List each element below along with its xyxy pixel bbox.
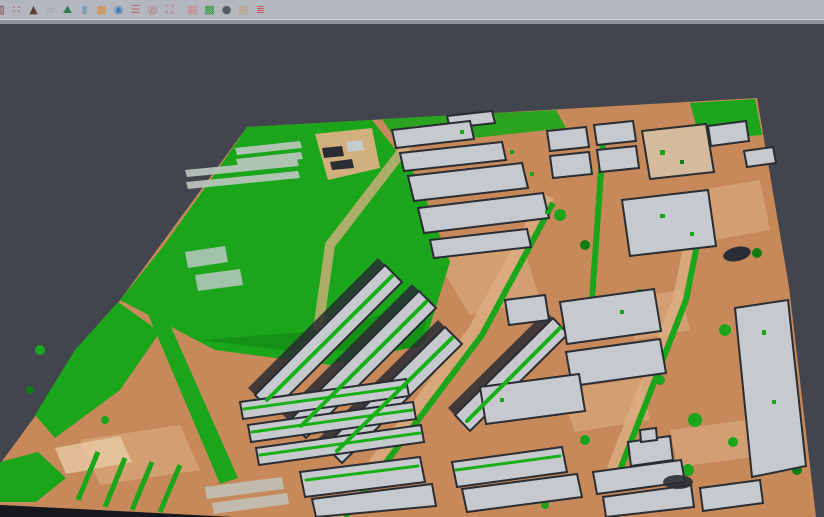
3d-viewport[interactable] [0, 24, 824, 517]
classification-map-icon[interactable]: ▩ [203, 3, 216, 16]
terrain-icon[interactable]: ▲ [27, 3, 40, 16]
circle-select-icon[interactable]: ◎ [146, 3, 159, 16]
surface-icon[interactable]: ▱ [44, 3, 57, 16]
layer-stack-icon[interactable]: ≣ [254, 3, 267, 16]
extent-brackets-icon[interactable]: ⛶ [163, 3, 176, 16]
ortho-image-icon[interactable]: ■ [95, 3, 108, 16]
tile-index-icon[interactable]: ▤ [237, 3, 250, 16]
clipped-left-icon[interactable]: ▥ [0, 3, 6, 16]
globe-icon[interactable]: ◉ [112, 3, 125, 16]
panel-icon[interactable]: ▮ [78, 3, 91, 16]
point-cloud-icon[interactable]: ∷ [10, 3, 23, 16]
sphere-icon[interactable]: ● [220, 3, 233, 16]
grid-overlay-icon[interactable]: ▦ [186, 3, 199, 16]
main-toolbar: ▥ ∷ ▲ ▱ ⛰ ▮ ■ ◉ ☰ ◎ ⛶ ▦ ▩ ● ▤ ≣ [0, 0, 824, 20]
profile-lines-icon[interactable]: ☰ [129, 3, 142, 16]
toolbar-separator [178, 3, 184, 16]
hillshade-icon[interactable]: ⛰ [61, 3, 74, 16]
